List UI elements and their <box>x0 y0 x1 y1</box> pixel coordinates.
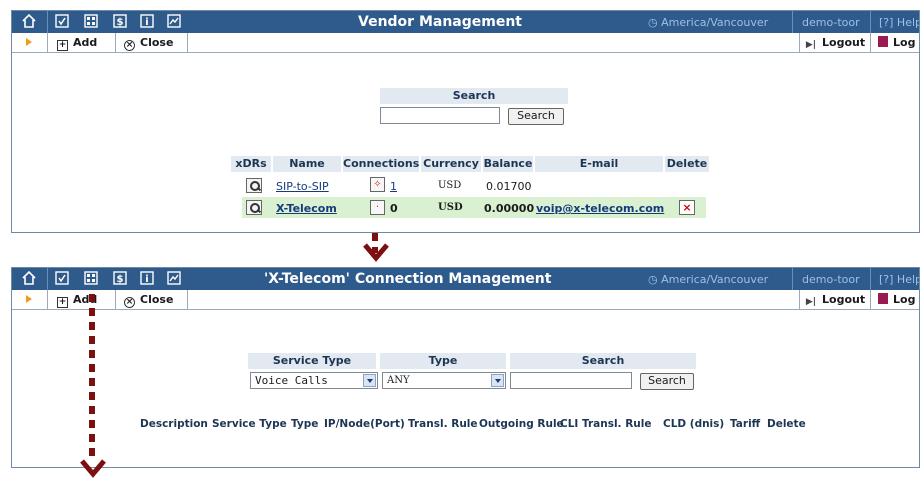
grid-icon[interactable] <box>84 14 100 30</box>
user-label[interactable]: demo-toor <box>802 273 860 286</box>
chart-icon[interactable] <box>167 271 183 287</box>
close-icon: × <box>124 40 135 51</box>
logout-button[interactable]: ▶| Logout <box>805 36 865 52</box>
log-icon <box>878 293 888 304</box>
col-header-cld-dnis: CLD (dnis) <box>663 418 725 430</box>
svg-text:$: $ <box>117 274 124 285</box>
info-icon[interactable]: i <box>140 271 156 287</box>
type-header: Type <box>380 353 506 369</box>
toolbar-arrow-icon <box>26 295 32 303</box>
delete-icon[interactable]: × <box>679 200 695 215</box>
vendor-name-link[interactable]: SIP-to-SIP <box>276 180 329 193</box>
col-header-delete: Delete <box>767 418 806 430</box>
col-header-tariff: Tariff <box>730 418 761 430</box>
col-header-balance: Balance <box>483 156 533 172</box>
chevron-down-icon <box>363 374 376 387</box>
timezone-label[interactable]: ◷ America/Vancouver <box>648 16 768 29</box>
toolbar: + Add × Close ▶| Logout Log <box>12 290 919 310</box>
col-header-email: E-mail <box>535 156 663 172</box>
col-header-name: Name <box>273 156 341 172</box>
header-bar: $ i 'X-Telecom' Connection Management ◷ … <box>12 268 919 290</box>
logout-icon: ▶| <box>805 297 817 307</box>
chart-icon[interactable] <box>167 14 183 30</box>
home-icon[interactable] <box>22 14 38 30</box>
clock-icon: ◷ <box>648 16 658 29</box>
logout-button[interactable]: ▶| Logout <box>805 293 865 309</box>
service-type-header: Service Type <box>248 353 376 369</box>
page-title: 'X-Telecom' Connection Management <box>264 271 552 287</box>
help-icon: [?] <box>879 273 894 286</box>
dollar-icon[interactable]: $ <box>113 271 129 287</box>
search-header: Search <box>510 353 696 369</box>
col-header-ip-node: IP/Node(Port) <box>324 418 405 430</box>
help-link[interactable]: [?] Help <box>879 273 919 286</box>
header-bar: $ i Vendor Management ◷ America/Vancouve… <box>12 11 919 33</box>
col-header-type: Type <box>291 418 319 430</box>
log-button[interactable]: Log <box>878 36 915 49</box>
balance-value: 0.00000 <box>484 202 535 215</box>
add-icon: + <box>57 40 68 51</box>
toolbar-arrow-icon <box>26 38 32 46</box>
connections-count: 0 <box>390 202 398 215</box>
log-button[interactable]: Log <box>878 293 915 306</box>
col-header-xdrs: xDRs <box>231 156 271 172</box>
page-title: Vendor Management <box>358 14 523 30</box>
clock-icon: ◷ <box>648 273 658 286</box>
col-header-description: Description <box>140 418 208 430</box>
currency-value: USD <box>438 180 462 191</box>
search-input[interactable] <box>380 107 500 124</box>
user-label[interactable]: demo-toor <box>802 16 860 29</box>
currency-value: USD <box>438 202 463 213</box>
vendor-name-link[interactable]: X-Telecom <box>276 202 337 215</box>
svg-text:$: $ <box>117 17 124 28</box>
help-icon: [?] <box>879 16 894 29</box>
connections-count-link[interactable]: 1 <box>390 180 397 193</box>
dollar-icon[interactable]: $ <box>113 14 129 30</box>
connections-icon[interactable]: · <box>370 200 385 215</box>
col-header-currency: Currency <box>421 156 481 172</box>
vendor-management-panel: $ i Vendor Management ◷ America/Vancouve… <box>11 10 920 233</box>
search-button[interactable]: Search <box>640 373 694 390</box>
svg-text:i: i <box>145 17 148 28</box>
col-header-service-type: Service Type <box>212 418 287 430</box>
type-select[interactable]: ANY <box>382 372 506 389</box>
balance-value: 0.01700 <box>486 180 532 193</box>
chevron-down-icon <box>491 374 504 387</box>
home-icon[interactable] <box>22 271 38 287</box>
close-button[interactable]: × Close <box>124 293 173 308</box>
service-type-select[interactable]: Voice Calls <box>250 372 378 389</box>
xdrs-icon[interactable] <box>246 178 262 193</box>
email-link[interactable]: voip@x-telecom.com <box>536 202 664 215</box>
col-header-connections: Connections <box>343 156 420 172</box>
add-flow-arrow-down-icon <box>80 459 106 478</box>
grid-icon[interactable] <box>84 271 100 287</box>
close-icon: × <box>124 297 135 308</box>
col-header-outgoing-rule: Outgoing Rule <box>479 418 564 430</box>
add-button[interactable]: + Add <box>57 36 97 51</box>
search-input[interactable] <box>510 372 632 389</box>
col-header-delete: Delete <box>665 156 709 172</box>
connections-table-header: Description Service Type Type IP/Node(Po… <box>140 418 820 434</box>
logout-icon: ▶| <box>805 40 817 50</box>
search-button[interactable]: Search <box>508 108 564 125</box>
log-icon <box>878 36 888 47</box>
connections-icon[interactable]: ✧ <box>370 177 385 192</box>
close-button[interactable]: × Close <box>124 36 173 51</box>
add-icon: + <box>57 297 68 308</box>
help-link[interactable]: [?] Help <box>879 16 919 29</box>
checkbox-icon[interactable] <box>55 14 71 30</box>
info-icon[interactable]: i <box>140 14 156 30</box>
col-header-cli-transl-rule: CLI Transl. Rule <box>560 418 652 430</box>
toolbar: + Add × Close ▶| Logout Log <box>12 33 919 53</box>
timezone-label[interactable]: ◷ America/Vancouver <box>648 273 768 286</box>
connection-management-panel: $ i 'X-Telecom' Connection Management ◷ … <box>11 267 920 468</box>
col-header-transl-rule: Transl. Rule <box>408 418 478 430</box>
add-flow-arrow-line <box>89 294 95 459</box>
svg-text:i: i <box>145 274 148 285</box>
checkbox-icon[interactable] <box>55 271 71 287</box>
flow-arrow-down-icon <box>363 243 389 262</box>
search-header: Search <box>380 88 568 104</box>
xdrs-icon[interactable] <box>246 200 262 215</box>
